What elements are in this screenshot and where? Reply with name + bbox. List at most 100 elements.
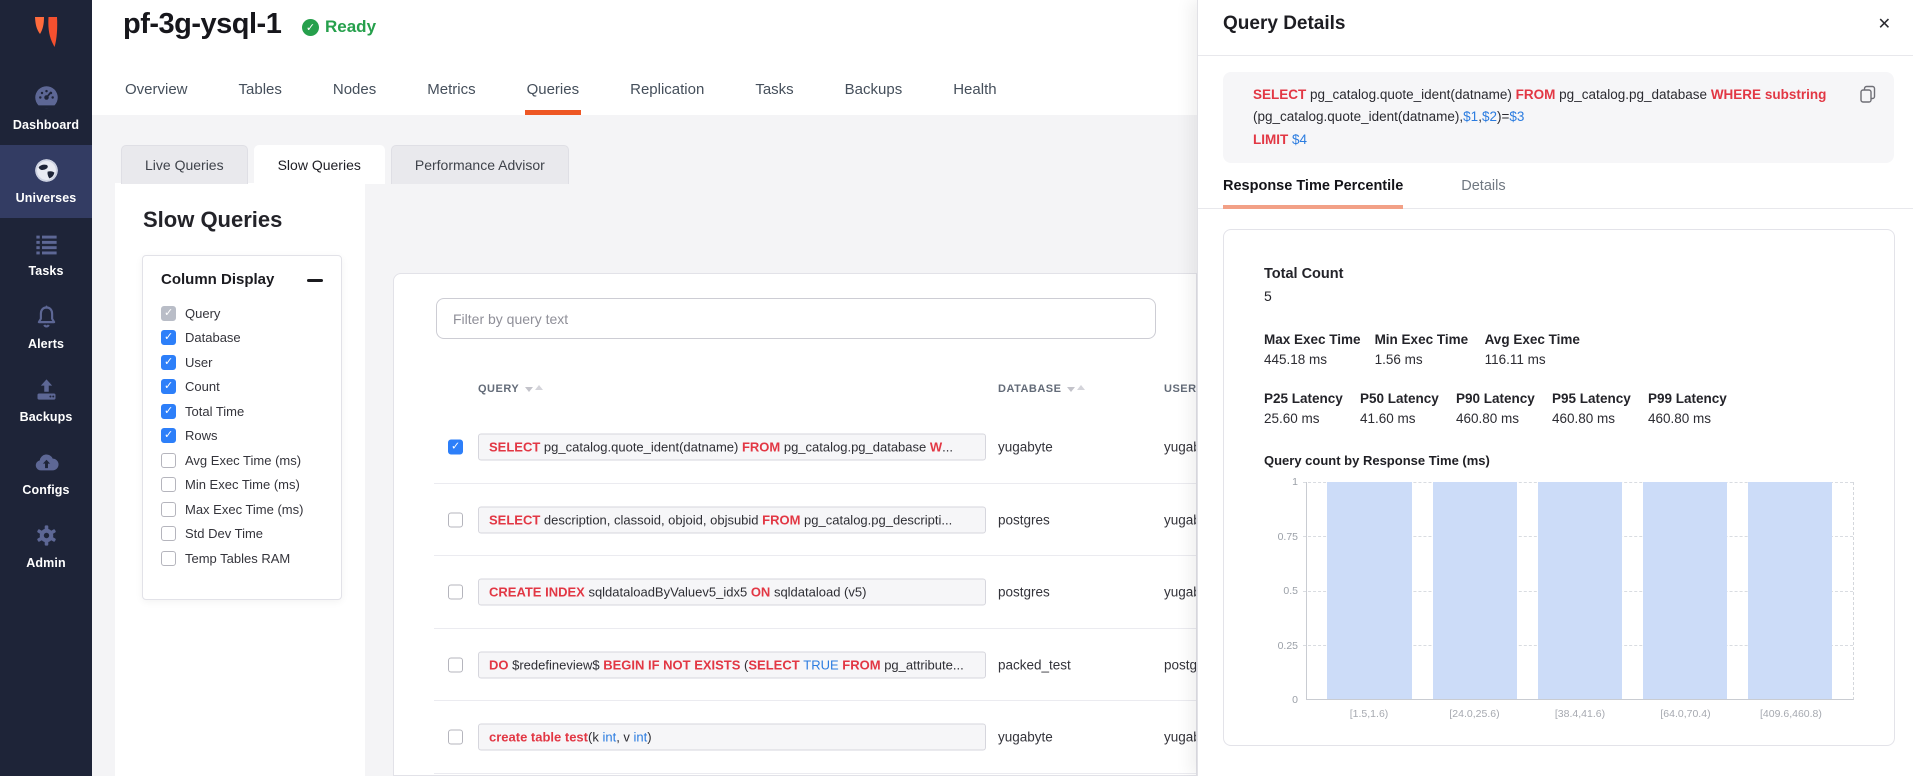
row-checkbox[interactable] [448,440,463,455]
column-option-std-dev-time[interactable]: Std Dev Time [161,522,323,547]
row-checkbox[interactable] [448,585,463,600]
stat-label: P25 Latency [1264,391,1346,406]
yugabyte-logo-icon[interactable] [26,12,66,52]
table-row[interactable]: DO $redefineview$ BEGIN IF NOT EXISTS (S… [394,629,1196,702]
column-option-max-exec-time-ms[interactable]: Max Exec Time (ms) [161,497,323,522]
stat-p95-latency: P95 Latency460.80 ms [1552,391,1634,426]
panel-divider [1198,55,1913,56]
table-row[interactable]: SELECT description, classoid, objoid, ob… [394,484,1196,557]
column-option-user[interactable]: User [161,350,323,375]
panel-tab-details[interactable]: Details [1461,178,1505,209]
sidebar-item-configs[interactable]: Configs [0,437,92,510]
sql-segment: TRUE [803,657,842,672]
query-cell[interactable]: DO $redefineview$ BEGIN IF NOT EXISTS (S… [478,651,986,678]
table-row[interactable]: CREATE INDEX sqldataloadByValuev5_idx5 O… [394,556,1196,629]
row-checkbox[interactable] [448,730,463,745]
column-option-label: Avg Exec Time (ms) [185,453,301,468]
query-cell[interactable]: SELECT pg_catalog.quote_ident(datname) F… [478,434,986,461]
sidebar-nav: DashboardUniversesTasksAlertsBackupsConf… [0,72,92,583]
tab-tasks[interactable]: Tasks [753,81,795,115]
query-cell[interactable]: create table test(k int, v int) [478,724,986,751]
tab-backups[interactable]: Backups [843,81,905,115]
stat-min-exec-time: Min Exec Time1.56 ms [1375,332,1471,367]
sidebar-item-tasks[interactable]: Tasks [0,218,92,291]
checkbox-avg-exec-time-ms[interactable] [161,453,176,468]
stat-value: 460.80 ms [1552,411,1634,426]
column-option-label: Total Time [185,404,244,419]
query-cell[interactable]: CREATE INDEX sqldataloadByValuev5_idx5 O… [478,579,986,606]
chart-x-axis: [1.5,1.6)[24.0,25.6)[38.4,41.6)[64.0,70.… [1306,708,1854,720]
column-option-total-time[interactable]: Total Time [161,399,323,424]
tab-metrics[interactable]: Metrics [425,81,477,115]
checkbox-database[interactable] [161,330,176,345]
backups-icon [33,376,60,403]
tab-overview[interactable]: Overview [123,81,190,115]
checkbox-max-exec-time-ms[interactable] [161,502,176,517]
column-option-temp-tables-ram[interactable]: Temp Tables RAM [161,546,323,571]
checkbox-query[interactable] [161,306,176,321]
stat-label: P50 Latency [1360,391,1442,406]
copy-icon[interactable] [1858,84,1878,104]
x-tick-label: [38.4,41.6) [1538,708,1623,720]
checkbox-rows[interactable] [161,428,176,443]
database-cell: postgres [998,585,1050,600]
sidebar-item-dashboard[interactable]: Dashboard [0,72,92,145]
sql-line: LIMIT $4 [1253,129,1832,151]
tab-tables[interactable]: Tables [237,81,284,115]
sql-segment: CREATE INDEX [489,585,588,600]
sidebar-item-alerts[interactable]: Alerts [0,291,92,364]
table-row[interactable]: create table test(k int, v int)yugabytey… [394,701,1196,774]
sql-segment: , v [616,730,633,745]
tab-replication[interactable]: Replication [628,81,706,115]
column-display-title: Column Display [161,271,274,288]
column-option-database[interactable]: Database [161,326,323,351]
query-cell[interactable]: SELECT description, classoid, objoid, ob… [478,506,986,533]
checkbox-total-time[interactable] [161,404,176,419]
column-option-min-exec-time-ms[interactable]: Min Exec Time (ms) [161,473,323,498]
query-filter-input[interactable] [436,298,1156,339]
column-option-rows[interactable]: Rows [161,424,323,449]
checkbox-temp-tables-ram[interactable] [161,551,176,566]
table-row[interactable]: SELECT pg_catalog.quote_ident(datname) F… [394,411,1196,484]
tab-nodes[interactable]: Nodes [331,81,378,115]
user-cell: postgres [1164,657,1197,672]
sql-segment: int [634,730,648,745]
close-icon[interactable]: ✕ [1878,14,1891,34]
database-cell: postgres [998,512,1050,527]
ready-check-icon: ✓ [302,19,319,36]
column-option-count[interactable]: Count [161,375,323,400]
column-option-label: Query [185,306,220,321]
bar-24-0-25-6 [1433,482,1518,699]
subtab-live-queries[interactable]: Live Queries [121,145,248,184]
tab-health[interactable]: Health [951,81,998,115]
collapse-minus-icon[interactable] [307,279,323,282]
row-checkbox[interactable] [448,512,463,527]
sort-icon[interactable] [1067,387,1085,392]
column-option-query[interactable]: Query [161,301,323,326]
column-header-user[interactable]: USER [1164,383,1197,395]
checkbox-std-dev-time[interactable] [161,526,176,541]
subtab-performance-advisor[interactable]: Performance Advisor [391,145,569,184]
tab-queries[interactable]: Queries [525,81,582,115]
sidebar-item-universes[interactable]: Universes [0,145,92,218]
sql-segment: $3 [1509,109,1524,124]
subtab-slow-queries[interactable]: Slow Queries [254,145,385,184]
checkbox-user[interactable] [161,355,176,370]
checkbox-min-exec-time-ms[interactable] [161,477,176,492]
checkbox-count[interactable] [161,379,176,394]
column-option-label: Rows [185,428,218,443]
panel-tab-response-time-percentile[interactable]: Response Time Percentile [1223,178,1403,209]
row-checkbox[interactable] [448,657,463,672]
column-header-database[interactable]: DATABASE [998,383,1085,395]
column-option-avg-exec-time-ms[interactable]: Avg Exec Time (ms) [161,448,323,473]
sort-icon[interactable] [525,387,543,392]
column-option-label: Database [185,330,241,345]
column-header-query[interactable]: QUERY [478,383,543,395]
sql-segment: pg_catalog.pg_database [1559,87,1711,102]
stat-p90-latency: P90 Latency460.80 ms [1456,391,1538,426]
sidebar-item-admin[interactable]: Admin [0,510,92,583]
sidebar-item-backups[interactable]: Backups [0,364,92,437]
tasks-icon [33,230,60,257]
dashboard-icon [33,84,60,111]
stat-p25-latency: P25 Latency25.60 ms [1264,391,1346,426]
